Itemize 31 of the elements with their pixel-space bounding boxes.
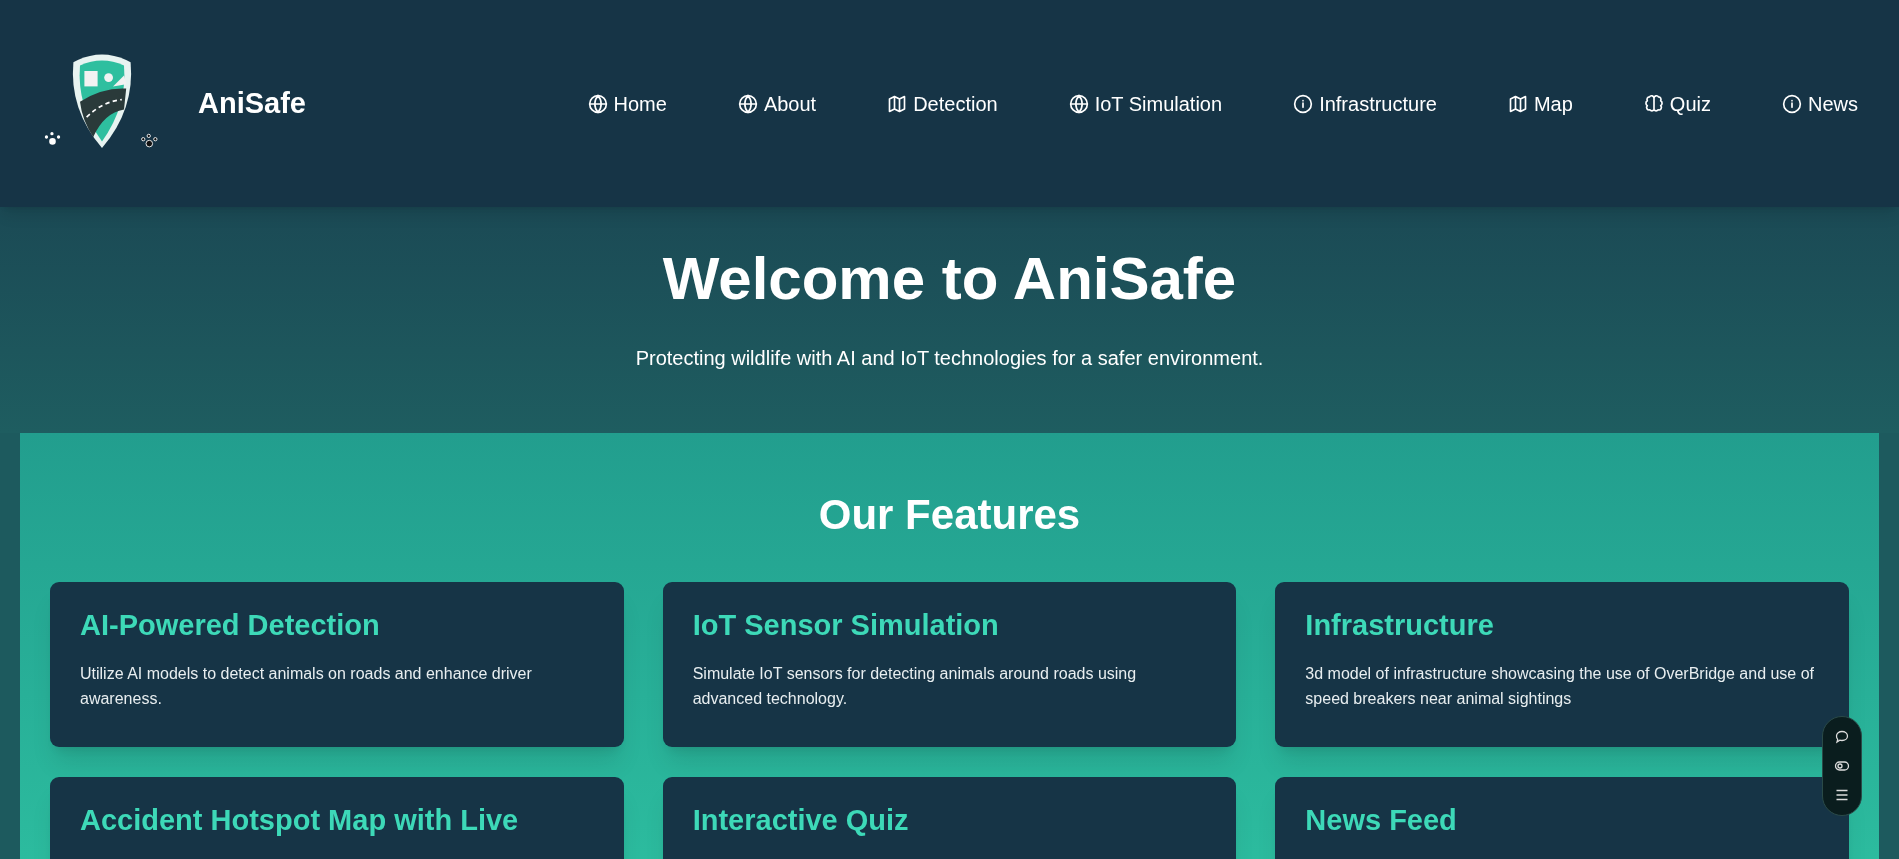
nav-link[interactable]: Infrastructure [1293, 88, 1437, 119]
map-icon [887, 93, 908, 114]
brain-icon [1643, 93, 1664, 114]
nav-link[interactable]: Quiz [1643, 88, 1711, 119]
map-icon [1507, 93, 1528, 114]
toggle-icon[interactable] [1834, 758, 1850, 774]
nav-link[interactable]: IoT Simulation [1068, 88, 1223, 119]
hero-subtitle: Protecting wildlife with AI and IoT technologies for a safer environment. [634, 346, 1265, 371]
nav-link[interactable]: Map [1507, 88, 1573, 119]
nav-link[interactable]: Detection [887, 88, 998, 119]
card-title: Interactive Quiz [692, 803, 910, 838]
nav-link[interactable]: About [737, 88, 817, 119]
globe-icon [1068, 93, 1089, 114]
chat-icon[interactable] [1834, 729, 1850, 746]
nav-link[interactable]: Home [587, 88, 667, 119]
info-icon [1782, 93, 1802, 114]
globe-icon [587, 93, 608, 114]
card-description: 3d model of infrastructure showcasing the use of OverBridge and use of speed breakers near animal sightings [1305, 663, 1816, 710]
globe-icon [737, 93, 758, 114]
card-description: Utilize AI models to detect animals on roads and enhance driver awareness. [80, 663, 533, 710]
card-title: Infrastructure [1305, 608, 1495, 643]
nav-link[interactable]: News [1782, 88, 1858, 119]
brand-name: AniSafe [198, 85, 306, 121]
card-title: AI-Powered Detection [80, 608, 381, 643]
card-description: Simulate IoT sensors for detecting animals around roads using advanced technology. [692, 663, 1138, 710]
card-title: Accident Hotspot Map with Live [80, 803, 520, 838]
info-icon [1293, 93, 1314, 114]
card-title: News Feed [1305, 803, 1458, 838]
section-title: Our Features [817, 490, 1082, 540]
card-title: IoT Sensor Simulation [692, 608, 1000, 643]
hero-title: Welcome to AniSafe [661, 244, 1238, 314]
